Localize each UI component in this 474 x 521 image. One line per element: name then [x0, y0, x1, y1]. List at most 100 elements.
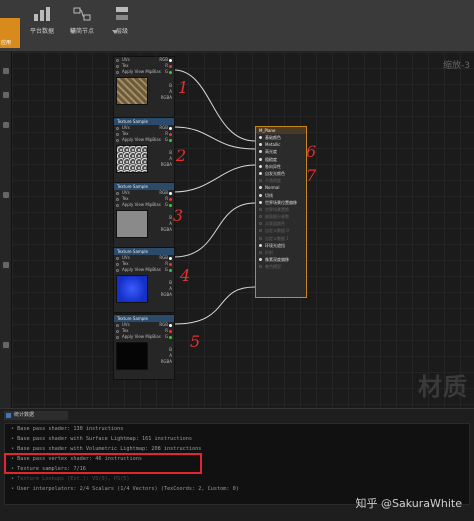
material-input-pin[interactable]: 自定义数据 0	[256, 227, 306, 234]
tool-icon[interactable]	[3, 68, 9, 74]
pin-connector[interactable]	[259, 258, 262, 262]
pin-connector[interactable]	[259, 164, 262, 168]
texture-sample-node[interactable]: Texture Sample UVs RGB Tex R Apply View Mi…	[113, 182, 175, 248]
material-input-pin[interactable]: 各向异性	[256, 163, 306, 170]
pin-label: 环境光遮挡	[265, 242, 285, 248]
annotation-number: 1	[178, 78, 189, 97]
platform-stats-label: 平台数据	[29, 28, 54, 35]
pin-connector[interactable]	[259, 157, 262, 161]
chart-icon	[34, 7, 50, 21]
pin-connector[interactable]	[259, 150, 262, 154]
texture-preview-thumbnail	[116, 210, 148, 238]
material-input-pin[interactable]: 基础颜色	[256, 134, 306, 141]
wire	[173, 164, 256, 193]
annotation-number: 7	[306, 166, 317, 185]
material-input-pin[interactable]: Normal	[256, 184, 306, 191]
texture-sample-node[interactable]: Texture Sample UVs RGB Tex R Apply View Mi…	[113, 314, 175, 380]
apply-button[interactable]: 应用	[0, 18, 20, 48]
pin-connector[interactable]	[259, 193, 262, 197]
pin-label: 高光度	[265, 149, 277, 155]
material-node-title: M_Plane	[256, 127, 306, 134]
pin-connector[interactable]	[259, 200, 262, 204]
wire	[173, 202, 256, 258]
material-input-pin[interactable]: Metallic	[256, 141, 306, 148]
pin-connector[interactable]	[259, 243, 262, 247]
pin-label: 粗糙度	[265, 156, 277, 162]
tool-icon[interactable]	[3, 262, 9, 268]
pin-connector[interactable]	[259, 136, 262, 139]
material-input-pin[interactable]: 自发光颜色	[256, 170, 306, 177]
material-input-pin[interactable]: 世界场景置换	[256, 206, 306, 213]
material-input-pin[interactable]: 像素深度偏移	[256, 256, 306, 263]
material-input-pin[interactable]: 次表面颜色	[256, 220, 306, 227]
nodes-icon	[73, 7, 91, 21]
texture-preview-thumbnail	[116, 342, 148, 370]
stat-line: User interpolators: 2/4 Scalars (1/4 Vec…	[11, 486, 239, 492]
material-input-pin[interactable]: 自定义数据 1	[256, 235, 306, 242]
pin-connector[interactable]	[259, 222, 262, 226]
pin-label: 次表面颜色	[265, 221, 285, 227]
stat-line: Texture Lookups (Est.): VS(0), PS(5)	[11, 476, 129, 482]
clean-nodes-button[interactable]: 精简节点	[62, 4, 102, 50]
pin-connector[interactable]	[259, 186, 262, 190]
tool-icon[interactable]	[3, 122, 9, 128]
material-input-pin[interactable]: 高光度	[256, 148, 306, 155]
material-input-pin[interactable]: 切线	[256, 192, 306, 199]
stats-tab[interactable]: 统计数据	[4, 411, 68, 420]
pin-label: 着色模型	[265, 264, 281, 270]
pin-connector[interactable]	[259, 265, 262, 269]
annotation-number: 2	[176, 146, 187, 165]
material-input-pin[interactable]: 不透明度	[256, 177, 306, 184]
material-input-pin[interactable]: 环境光遮挡	[256, 242, 306, 249]
node-title: Texture Sample	[114, 248, 174, 255]
chevron-down-icon[interactable]	[70, 30, 76, 34]
pin-label: Normal	[265, 185, 280, 191]
material-input-pin[interactable]: 着色模型	[256, 263, 306, 270]
material-pin-list: 基础颜色 Metallic 高光度 粗糙度 各向异性 自发光颜色 不透明度 Normal 切线世…	[256, 134, 306, 271]
wire	[173, 286, 256, 325]
pin-label: 折射	[265, 250, 273, 255]
tool-icon[interactable]	[3, 92, 9, 98]
material-graph-canvas[interactable]: 缩放-3 材质 UVs RGB Tex R Apply View MipBias G …	[12, 52, 474, 408]
pin-label: 不透明度	[265, 178, 281, 184]
texture-sample-node[interactable]: Texture Sample UVs RGB Tex R Apply View Mi…	[113, 247, 175, 313]
hierarchy-button[interactable]: 层级	[102, 4, 142, 50]
tool-icon[interactable]	[3, 342, 9, 348]
pin-connector[interactable]	[259, 236, 262, 240]
material-output-node[interactable]: M_Plane 基础颜色 Metallic 高光度 粗糙度 各向异性 自发光颜色不透明度 N…	[255, 126, 307, 298]
pin-connector[interactable]	[259, 251, 262, 254]
pin-connector[interactable]	[259, 143, 262, 147]
material-input-pin[interactable]: 粗糙度	[256, 156, 306, 163]
pin-connector[interactable]	[259, 179, 262, 183]
pin-connector[interactable]	[259, 171, 262, 175]
pin-label: Metallic	[265, 142, 281, 148]
platform-stats-button[interactable]: 平台数据	[22, 4, 62, 50]
pin-label: 曲面细分乘数	[265, 214, 289, 220]
pin-connector[interactable]	[259, 229, 262, 233]
material-input-pin[interactable]: 世界场景位置偏移	[256, 199, 306, 206]
node-wires	[173, 69, 256, 325]
author-credit: 知乎 @SakuraWhite	[355, 497, 462, 510]
texture-preview-thumbnail	[116, 275, 148, 303]
pin-connector[interactable]	[259, 207, 262, 211]
material-input-pin[interactable]: 折射	[256, 249, 306, 256]
material-input-pin[interactable]: 曲面细分乘数	[256, 213, 306, 220]
node-title: Texture Sample	[114, 315, 174, 322]
tool-icon[interactable]	[3, 192, 9, 198]
node-title: Texture Sample	[114, 183, 174, 190]
texture-sample-node[interactable]: UVs RGB Tex R Apply View MipBias G B A RGBA	[113, 56, 175, 118]
left-sidebar-strip	[0, 52, 12, 410]
stat-line: Base pass shader: 130 instructions	[11, 426, 123, 432]
pin-label: 自定义数据 1	[265, 235, 289, 241]
pin-label: 基础颜色	[265, 135, 281, 140]
texture-sample-node[interactable]: Texture Sample UVs RGB Tex R Apply View Mi…	[113, 117, 175, 183]
highlight-box	[4, 453, 202, 474]
toolbar: 应用 平台数据 精简节点 层级	[0, 0, 474, 52]
pin-label: 自定义数据 0	[265, 228, 289, 234]
stats-tab-icon	[6, 413, 11, 418]
chevron-down-icon[interactable]	[112, 30, 118, 34]
apply-button-label: 应用	[1, 40, 12, 46]
pin-connector[interactable]	[259, 215, 262, 219]
annotation-number: 5	[190, 332, 201, 351]
pin-label: 自发光颜色	[265, 170, 285, 176]
